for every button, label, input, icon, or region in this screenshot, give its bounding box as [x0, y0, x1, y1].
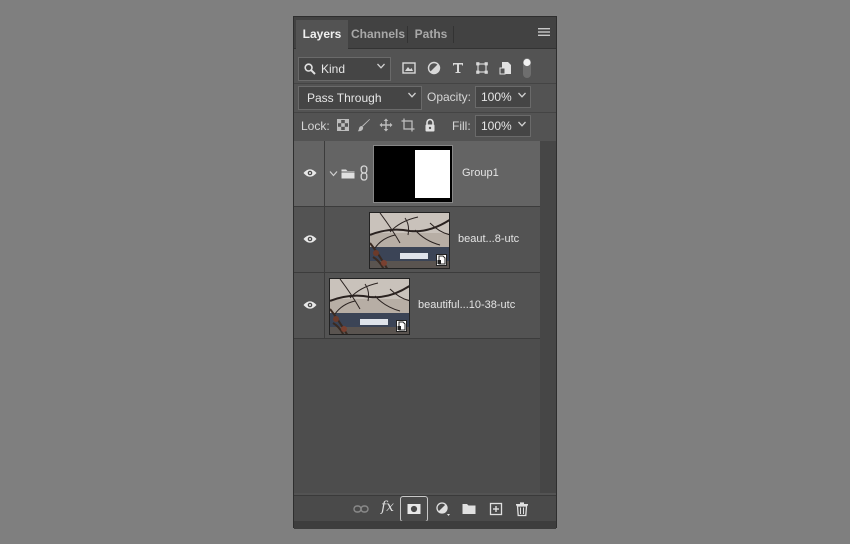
chevron-down-icon[interactable] [517, 119, 527, 129]
opacity-field[interactable]: 100% [475, 86, 531, 108]
tab-divider [453, 26, 454, 43]
layer-row-group[interactable]: Group1 [294, 141, 540, 207]
fill-label: Fill: [452, 119, 471, 133]
link-layers-icon[interactable] [353, 501, 369, 517]
eye-icon[interactable] [303, 300, 317, 310]
eye-icon[interactable] [303, 234, 317, 244]
layer-mask-thumbnail[interactable] [373, 145, 453, 203]
layers-bottom-toolbar: fx [294, 495, 556, 522]
search-icon [304, 63, 316, 75]
lock-image-pixels-icon[interactable] [357, 118, 371, 132]
smart-object-filter-icon[interactable] [498, 60, 514, 76]
mask-link-icon[interactable] [360, 165, 368, 181]
layers-list[interactable]: Group1 beaut...8-utc beautiful...10-38-u… [294, 141, 556, 493]
chevron-down-icon [408, 92, 416, 98]
opacity-value: 100% [481, 90, 512, 104]
panel-footer-strip [294, 521, 556, 529]
smart-object-badge-icon [396, 320, 407, 332]
visibility-column[interactable] [294, 141, 325, 206]
filter-kind-dropdown[interactable]: Kind [298, 57, 391, 81]
visibility-column[interactable] [294, 273, 325, 338]
new-layer-icon[interactable] [488, 501, 504, 517]
tab-layers[interactable]: Layers [296, 20, 348, 49]
add-mask-icon [407, 504, 421, 514]
panel-tab-bar: Layers Channels Paths [294, 17, 556, 49]
scrollbar-track[interactable] [540, 141, 556, 493]
blend-mode-dropdown[interactable]: Pass Through [298, 86, 422, 110]
image-filter-icon[interactable] [401, 60, 417, 76]
fill-value: 100% [481, 119, 512, 133]
visibility-column[interactable] [294, 207, 325, 272]
opacity-label: Opacity: [427, 90, 472, 104]
fx-icon[interactable]: fx [381, 499, 394, 515]
artboard-lock-icon[interactable] [401, 118, 415, 132]
adjustment-layer-icon[interactable] [435, 501, 451, 517]
filter-kind-value: Kind [321, 62, 346, 76]
tab-paths[interactable]: Paths [408, 20, 454, 49]
layer-name[interactable]: beautiful...10-38-utc [418, 299, 515, 311]
type-filter-icon[interactable] [450, 60, 466, 76]
trash-icon[interactable] [514, 501, 530, 517]
blend-mode-value: Pass Through [307, 91, 382, 105]
layers-panel: Layers Channels Paths Kind Pass Through … [293, 16, 557, 529]
panel-menu-icon[interactable] [538, 27, 550, 37]
row-divider [294, 112, 556, 113]
row-divider [294, 83, 556, 84]
lock-position-icon[interactable] [379, 118, 393, 132]
folder-icon [341, 169, 355, 179]
smart-object-badge-icon [436, 254, 447, 266]
layer-row[interactable]: beautiful...10-38-utc [294, 273, 540, 339]
layer-row[interactable]: beaut...8-utc [294, 207, 540, 273]
mask-white-area [415, 150, 450, 198]
filter-toggle[interactable] [522, 57, 532, 79]
tab-channels[interactable]: Channels [348, 20, 408, 49]
lock-label: Lock: [301, 119, 330, 133]
chevron-down-icon[interactable] [329, 169, 338, 178]
layer-thumbnail[interactable] [329, 278, 410, 335]
adjustment-filter-icon[interactable] [426, 60, 442, 76]
lock-transparent-pixels-icon[interactable] [336, 118, 350, 132]
chevron-down-icon [377, 63, 385, 69]
chevron-down-icon[interactable] [517, 90, 527, 100]
fill-field[interactable]: 100% [475, 115, 531, 137]
layer-thumbnail[interactable] [369, 212, 450, 269]
eye-icon[interactable] [303, 168, 317, 178]
add-mask-button[interactable] [400, 496, 428, 522]
tab-divider [407, 26, 408, 43]
new-group-icon[interactable] [461, 501, 477, 517]
layer-name[interactable]: beaut...8-utc [458, 233, 519, 245]
layer-name[interactable]: Group1 [462, 167, 499, 179]
shape-filter-icon[interactable] [474, 60, 490, 76]
lock-all-icon[interactable] [423, 118, 437, 132]
